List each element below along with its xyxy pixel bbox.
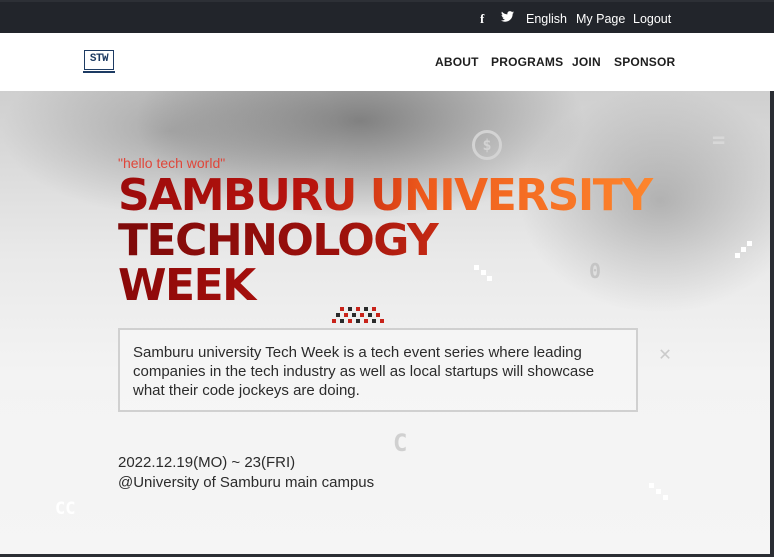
hero-title-line-3: WEEK bbox=[118, 263, 678, 308]
facebook-icon[interactable]: f bbox=[480, 11, 484, 27]
hero-title-line-2: TECHNOLOGY bbox=[118, 218, 678, 263]
twitter-icon[interactable] bbox=[501, 10, 514, 26]
top-utility-bar: f English My Page Logout bbox=[0, 0, 774, 33]
main-navbar: STW ABOUT PROGRAMS JOIN SPONSOR bbox=[0, 33, 774, 91]
site-logo[interactable]: STW bbox=[83, 50, 115, 73]
equals-decoration-icon: = bbox=[712, 128, 726, 153]
event-date: 2022.12.19(MO) ~ 23(FRI) bbox=[118, 454, 296, 471]
cross-decoration-icon: ✕ bbox=[659, 341, 672, 365]
hero-title: SAMBURU UNIVERSITY TECHNOLOGY WEEK bbox=[118, 173, 678, 308]
pixel-decoration-icon bbox=[649, 483, 671, 505]
event-location: @University of Samburu main campus bbox=[118, 474, 375, 491]
hero-greeting: "hello tech world" bbox=[118, 155, 226, 171]
nav-programs[interactable]: PROGRAMS bbox=[491, 55, 563, 69]
dot-pattern-decoration bbox=[332, 305, 390, 327]
logout-link[interactable]: Logout bbox=[633, 11, 671, 27]
event-description: Samburu university Tech Week is a tech e… bbox=[133, 344, 595, 399]
coin-decoration-icon: $ bbox=[472, 130, 502, 160]
cc-decoration-icon: CC bbox=[55, 499, 76, 519]
hero-section: $ = 0 ✕ C CC "hello tech world" SAMBURU … bbox=[0, 91, 774, 557]
c-decoration-icon: C bbox=[393, 429, 408, 457]
mypage-link[interactable]: My Page bbox=[576, 11, 625, 27]
nav-sponsor[interactable]: SPONSOR bbox=[614, 55, 675, 69]
pixel-decoration-icon bbox=[733, 241, 755, 261]
window-right-border bbox=[770, 91, 774, 557]
language-link[interactable]: English bbox=[526, 11, 567, 27]
event-description-box: Samburu university Tech Week is a tech e… bbox=[118, 328, 638, 412]
nav-join[interactable]: JOIN bbox=[572, 55, 601, 69]
nav-about[interactable]: ABOUT bbox=[435, 55, 479, 69]
hero-title-line-1: SAMBURU UNIVERSITY bbox=[118, 173, 678, 218]
